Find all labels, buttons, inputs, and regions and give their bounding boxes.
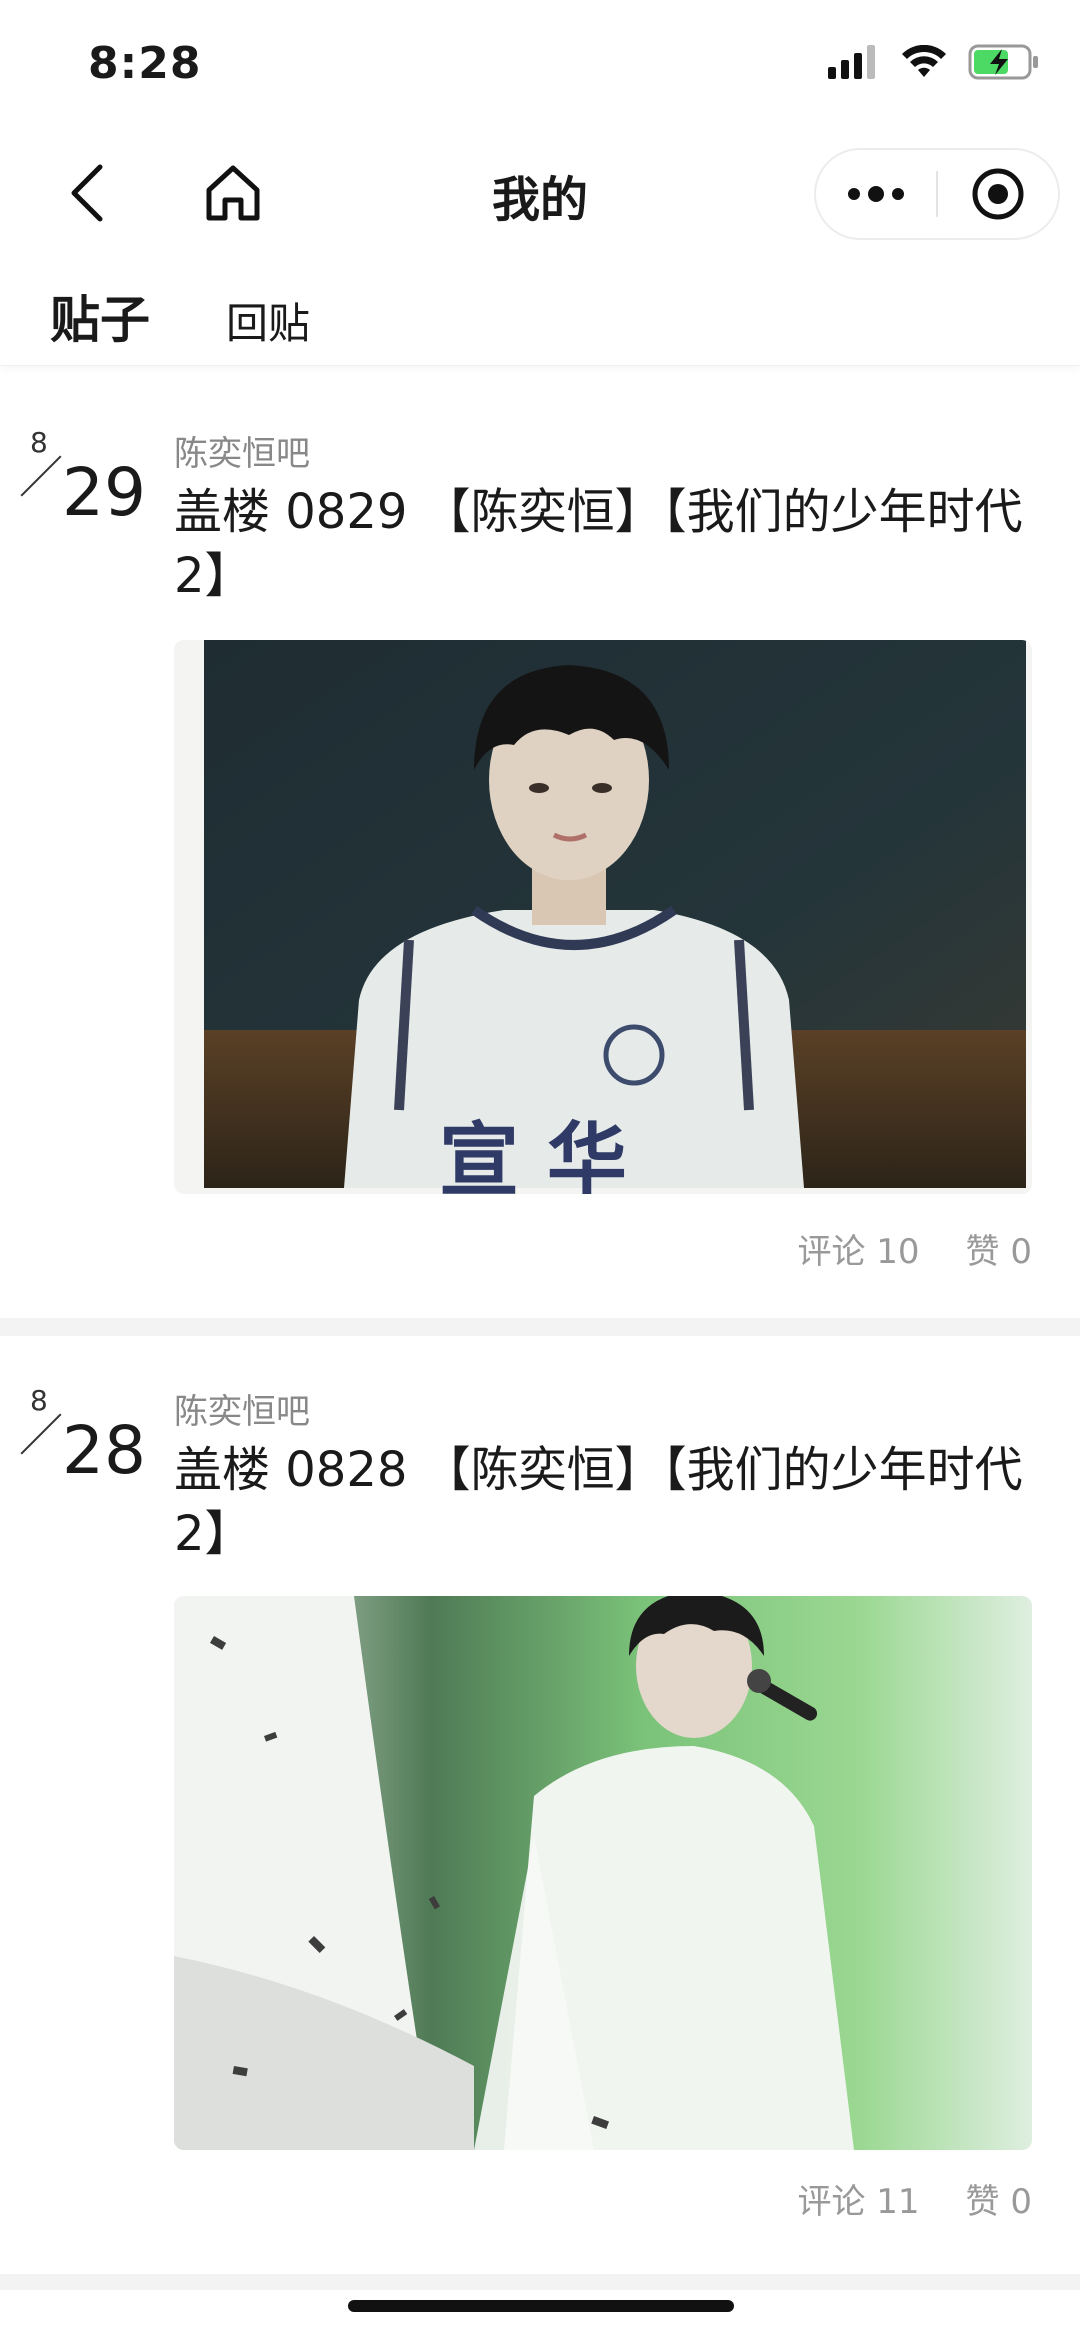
home-indicator[interactable]	[348, 2300, 734, 2312]
battery-charging-icon	[968, 44, 1038, 80]
more-dots-icon	[848, 186, 904, 202]
date-month: 8	[30, 426, 48, 459]
close-button[interactable]	[938, 150, 1058, 238]
tab-replies[interactable]: 回贴	[226, 290, 310, 351]
status-icons	[828, 44, 1040, 80]
signal-icon	[828, 45, 875, 79]
post-image[interactable]	[174, 1596, 1032, 2150]
forum-name[interactable]: 陈奕恒吧	[174, 426, 310, 475]
status-bar: 8:28	[0, 0, 1080, 130]
post-card[interactable]: 8 29 陈奕恒吧 盖楼 0829 【陈奕恒】【我们的少年时代2】 宣 华 评论…	[0, 426, 1080, 1318]
svg-text:宣 华: 宣 华	[439, 1114, 627, 1194]
post-separator	[0, 1318, 1080, 1336]
date-slash	[20, 455, 62, 497]
nav-bar: 我的	[0, 140, 1080, 250]
like-count[interactable]: 赞 0	[966, 1224, 1032, 1273]
more-button[interactable]	[816, 150, 936, 238]
stage-photo	[174, 1596, 1032, 2150]
post-date: 8 28	[20, 1384, 156, 1504]
post-card[interactable]: 8 28 陈奕恒吧 盖楼 0828 【陈奕恒】【我们的少年时代2】 评论 11 …	[0, 1384, 1080, 2274]
date-slash	[20, 1413, 62, 1455]
tab-posts[interactable]: 贴子	[50, 280, 150, 352]
date-day: 28	[62, 1412, 146, 1489]
post-title[interactable]: 盖楼 0828 【陈奕恒】【我们的少年时代2】	[174, 1438, 1034, 1566]
post-stats: 评论 11 赞 0	[797, 2174, 1032, 2223]
wifi-icon	[902, 45, 946, 77]
comment-count[interactable]: 评论 10	[797, 1224, 919, 1273]
like-count[interactable]: 赞 0	[966, 2174, 1032, 2223]
post-separator	[0, 2274, 1080, 2290]
post-image[interactable]: 宣 华	[174, 640, 1032, 1194]
post-stats: 评论 10 赞 0	[797, 1224, 1032, 1273]
portrait-photo: 宣 华	[174, 640, 1032, 1194]
date-day: 29	[62, 454, 146, 531]
record-target-icon	[972, 168, 1024, 220]
date-month: 8	[30, 1384, 48, 1417]
forum-name[interactable]: 陈奕恒吧	[174, 1384, 310, 1433]
status-time: 8:28	[88, 38, 202, 89]
post-date: 8 29	[20, 426, 156, 546]
post-title[interactable]: 盖楼 0829 【陈奕恒】【我们的少年时代2】	[174, 480, 1034, 608]
mini-program-capsule	[814, 148, 1060, 240]
tab-bar: 贴子 回贴	[0, 262, 1080, 366]
comment-count[interactable]: 评论 11	[797, 2174, 919, 2223]
